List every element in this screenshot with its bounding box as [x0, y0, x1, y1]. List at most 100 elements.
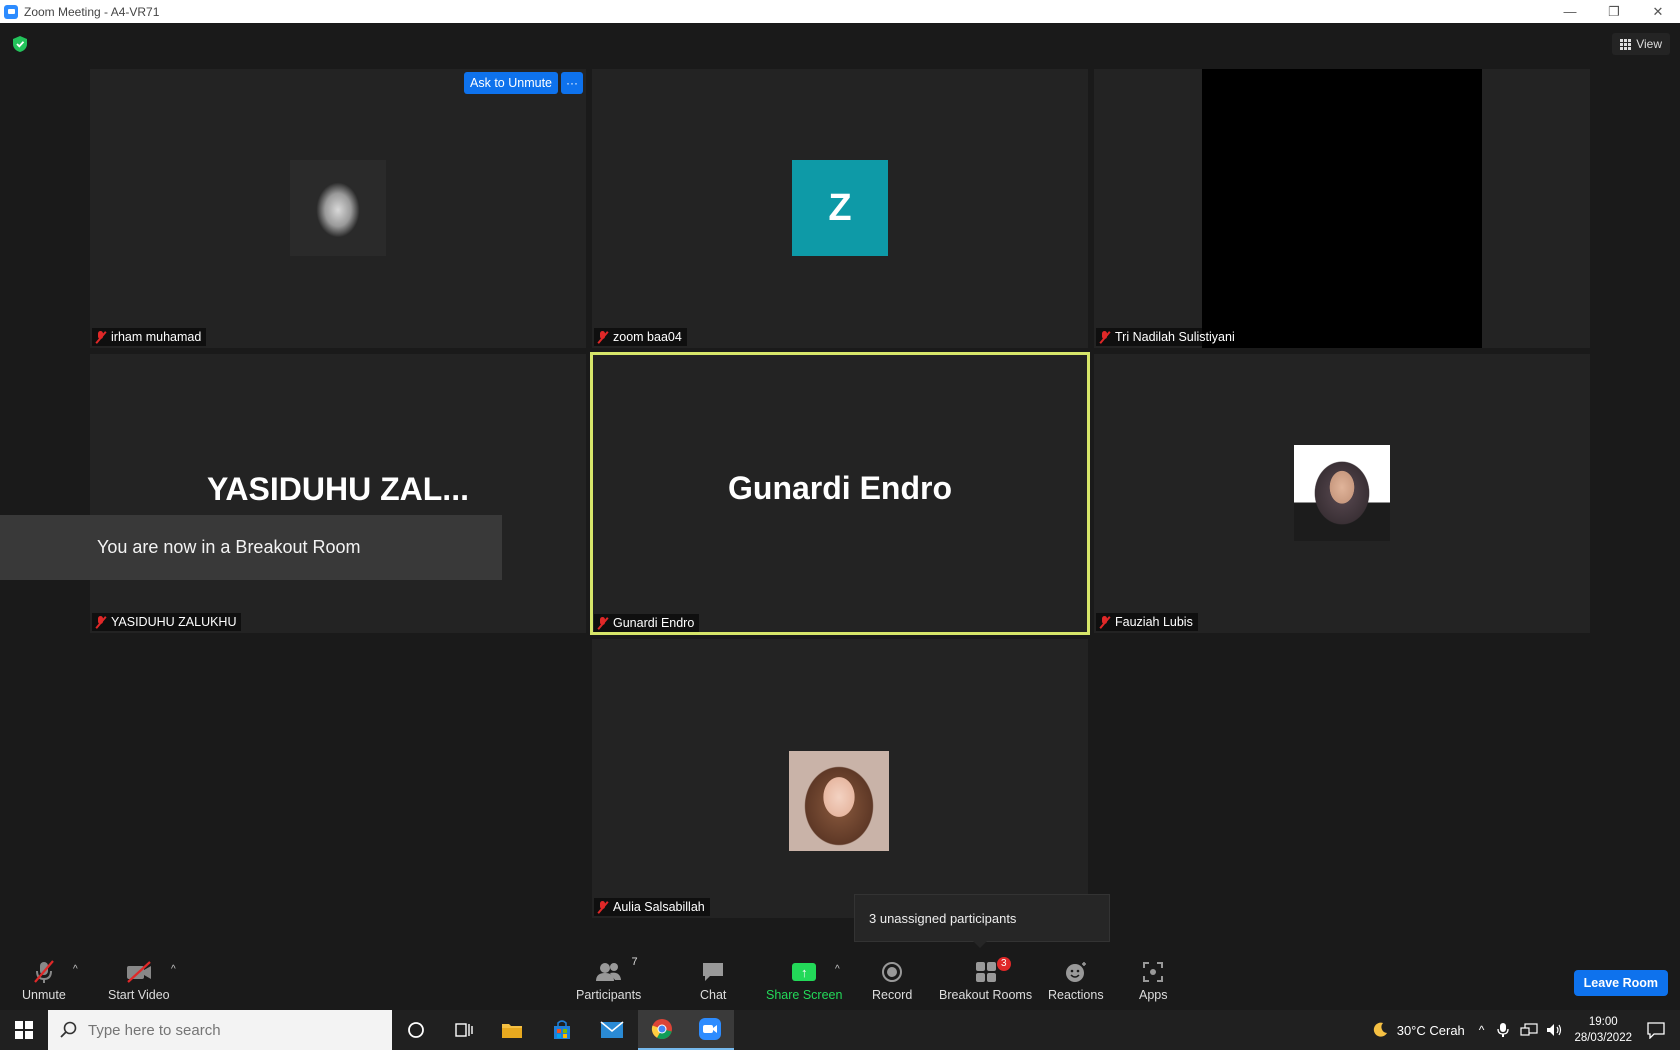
microphone-muted-icon	[31, 960, 57, 984]
show-hidden-icons-chevron-icon[interactable]: ^	[1479, 1023, 1485, 1037]
record-button[interactable]: Record	[872, 960, 912, 1002]
zoom-taskbar-icon[interactable]	[686, 1010, 734, 1050]
participants-button[interactable]: 7 Participants	[576, 956, 641, 1002]
mic-muted-icon	[1099, 330, 1111, 344]
windows-taskbar: 30°C Cerah ^ 19:00 28/03/2022	[0, 1010, 1680, 1050]
task-view-icon[interactable]	[440, 1010, 488, 1050]
chat-label: Chat	[700, 988, 727, 1002]
start-video-label: Start Video	[108, 988, 170, 1002]
unmute-label: Unmute	[22, 988, 66, 1002]
display-name-large: Gunardi Endro	[728, 470, 952, 506]
view-button[interactable]: View	[1612, 33, 1670, 55]
profile-photo	[1294, 445, 1390, 541]
initial-avatar: Z	[792, 160, 888, 256]
participants-count: 7	[631, 956, 638, 968]
video-tile-fauziah[interactable]: Fauziah Lubis	[1094, 354, 1590, 633]
share-screen-icon: ↑	[792, 960, 817, 984]
clock-date: 28/03/2022	[1574, 1032, 1632, 1044]
microsoft-store-icon[interactable]	[538, 1010, 586, 1050]
tooltip-text: 3 unassigned participants	[869, 910, 1017, 926]
start-video-button[interactable]: Start Video	[108, 960, 170, 1002]
leave-room-button[interactable]: Leave Room	[1573, 970, 1668, 996]
video-tile-aulia[interactable]: Aulia Salsabillah	[592, 639, 1088, 918]
breakout-rooms-icon: 3	[975, 957, 1011, 984]
participant-name: irham muhamad	[111, 330, 202, 344]
window-title: Zoom Meeting - A4-VR71	[24, 4, 160, 19]
audio-options-chevron-icon[interactable]: ^	[73, 964, 78, 975]
close-button[interactable]: ✕	[1636, 0, 1680, 23]
participant-name-tag: YASIDUHU ZALUKHU	[92, 613, 242, 631]
participant-name-tag: Tri Nadilah Sulistiyani	[1096, 328, 1240, 346]
display-name-large: YASIDUHU ZAL...	[207, 471, 469, 507]
participant-name-tag: irham muhamad	[92, 328, 207, 346]
video-tile-yasiduhu[interactable]: YASIDUHU ZAL... YASIDUHU ZALUKHU	[90, 354, 586, 633]
video-feed	[1202, 69, 1482, 348]
video-tile-zoom-baa04[interactable]: Z zoom baa04	[592, 69, 1088, 348]
chat-icon	[701, 960, 725, 984]
participant-name: zoom baa04	[613, 330, 682, 344]
participant-name: Aulia Salsabillah	[613, 900, 705, 914]
participant-name-tag: Fauziah Lubis	[1096, 613, 1198, 631]
share-screen-label: Share Screen	[766, 988, 843, 1002]
minimize-button[interactable]: —	[1548, 0, 1592, 23]
encryption-shield-icon[interactable]	[13, 36, 27, 52]
volume-icon[interactable]	[1546, 1022, 1564, 1038]
notifications-icon[interactable]	[1646, 1021, 1666, 1039]
chat-button[interactable]: Chat	[700, 960, 726, 1002]
mic-muted-icon	[597, 330, 609, 344]
record-label: Record	[872, 988, 913, 1002]
apps-icon	[1142, 960, 1164, 984]
apps-label: Apps	[1139, 988, 1168, 1002]
smiley-icon	[1064, 960, 1088, 984]
apps-button[interactable]: Apps	[1139, 960, 1168, 1002]
notification-text: You are now in a Breakout Room	[97, 537, 361, 557]
participant-name: YASIDUHU ZALUKHU	[111, 615, 237, 629]
participant-name-tag: zoom baa04	[594, 328, 687, 346]
taskbar-clock[interactable]: 19:00 28/03/2022	[1574, 1014, 1632, 1046]
windows-start-button[interactable]	[0, 1010, 48, 1050]
participant-name-tag: Gunardi Endro	[594, 614, 700, 632]
taskbar-search[interactable]	[48, 1010, 392, 1050]
share-screen-button[interactable]: ↑ Share Screen	[766, 960, 842, 1002]
reactions-button[interactable]: Reactions	[1048, 960, 1104, 1002]
mail-icon[interactable]	[588, 1010, 636, 1050]
mic-muted-icon	[95, 615, 107, 629]
video-tile-irham[interactable]: Ask to Unmute ··· irham muhamad	[90, 69, 586, 348]
weather-text[interactable]: 30°C Cerah	[1397, 1023, 1465, 1038]
system-tray: 30°C Cerah ^ 19:00 28/03/2022	[1371, 1010, 1680, 1050]
window-controls: — ❐ ✕	[1548, 0, 1680, 23]
participants-icon: 7	[595, 956, 638, 984]
network-icon[interactable]	[1520, 1022, 1539, 1038]
breakout-rooms-badge: 3	[996, 957, 1011, 971]
zoom-app-icon	[4, 4, 18, 19]
video-options-chevron-icon[interactable]: ^	[171, 964, 176, 975]
participant-name: Fauziah Lubis	[1115, 615, 1193, 629]
mic-muted-icon	[597, 900, 609, 914]
video-tile-tri-nadilah[interactable]: Tri Nadilah Sulistiyani	[1094, 69, 1590, 348]
search-input[interactable]	[88, 1021, 368, 1039]
windows-logo-icon	[15, 1021, 33, 1039]
unmute-button[interactable]: Unmute	[22, 960, 66, 1002]
weather-moon-icon[interactable]	[1371, 1021, 1389, 1039]
more-options-button[interactable]: ···	[561, 72, 583, 94]
video-off-icon	[125, 960, 153, 984]
meeting-toolbar: Unmute ^ Start Video ^ 7 Participants Ch…	[0, 950, 1680, 1010]
ask-to-unmute-button[interactable]: Ask to Unmute	[464, 72, 558, 94]
cortana-icon[interactable]	[392, 1010, 440, 1050]
breakout-rooms-button[interactable]: 3 Breakout Rooms	[939, 957, 1033, 1002]
chrome-icon[interactable]	[638, 1010, 686, 1050]
participant-name: Gunardi Endro	[613, 616, 695, 630]
restore-button[interactable]: ❐	[1592, 0, 1636, 23]
file-explorer-icon[interactable]	[488, 1010, 536, 1050]
share-options-chevron-icon[interactable]: ^	[835, 964, 840, 975]
record-icon	[881, 960, 903, 984]
mic-muted-icon	[95, 330, 107, 344]
mic-muted-icon	[597, 616, 609, 630]
video-tile-gunardi-active-speaker[interactable]: Gunardi Endro Gunardi Endro	[590, 352, 1090, 635]
profile-photo	[290, 160, 386, 256]
breakout-rooms-label: Breakout Rooms	[939, 988, 1033, 1002]
microphone-tray-icon[interactable]	[1496, 1022, 1510, 1038]
unassigned-participants-tooltip[interactable]: 3 unassigned participants	[854, 894, 1110, 948]
breakout-room-notification: You are now in a Breakout Room	[0, 515, 502, 580]
participant-name: Tri Nadilah Sulistiyani	[1115, 330, 1235, 344]
